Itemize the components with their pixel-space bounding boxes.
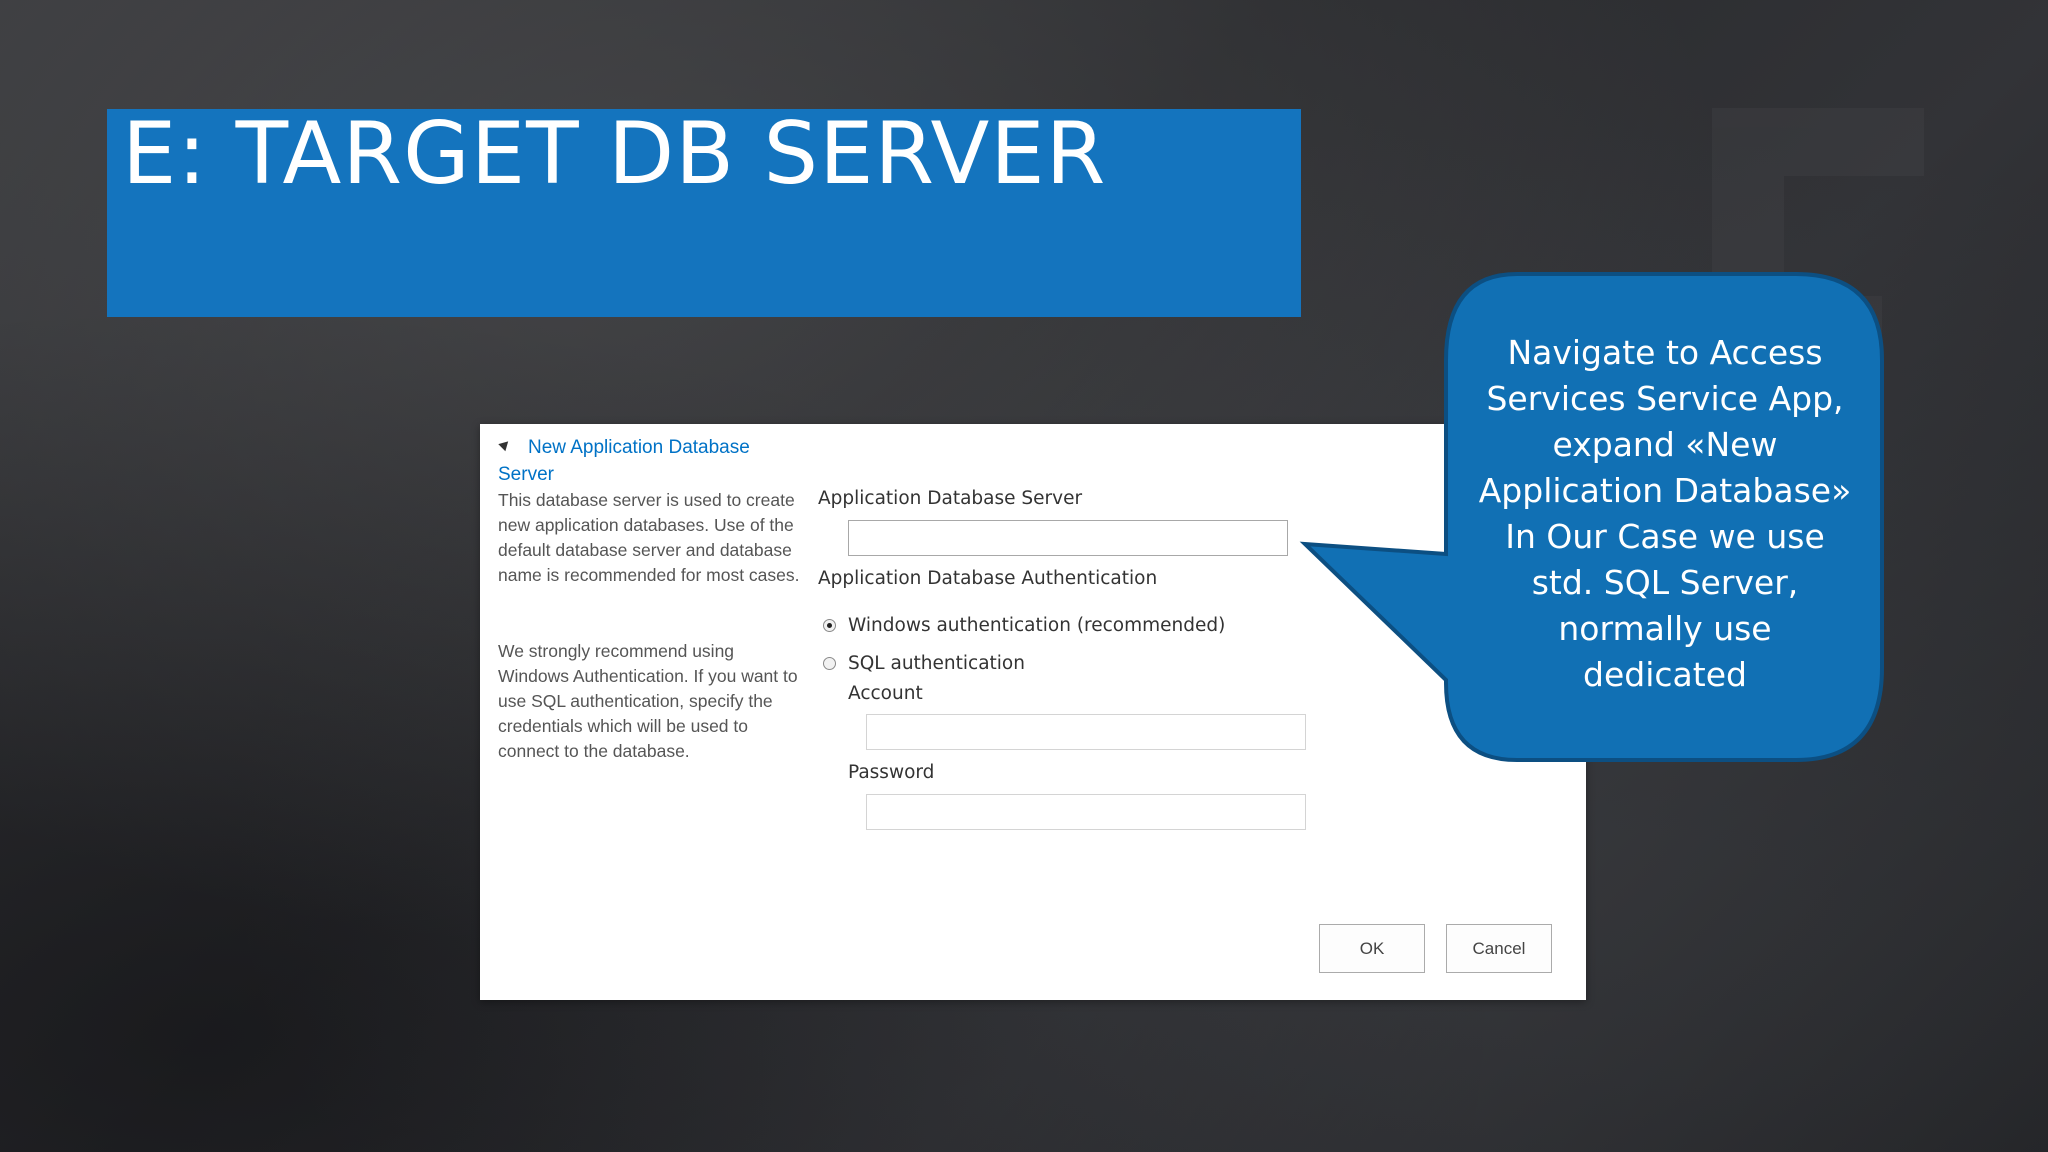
password-input[interactable] [866, 794, 1306, 830]
windows-auth-label[interactable]: Windows authentication (recommended) [848, 615, 1225, 636]
callout-line: Services Service App, [1486, 379, 1844, 418]
server-label: Application Database Server [818, 488, 1083, 509]
ok-button[interactable]: OK [1319, 924, 1425, 973]
sql-auth-label[interactable]: SQL authentication [848, 653, 1025, 674]
account-input[interactable] [866, 714, 1306, 750]
authentication-label: Application Database Authentication [818, 568, 1158, 589]
callout-line: Application Database» [1478, 471, 1852, 510]
password-label: Password [848, 762, 935, 783]
callout-line: normally use [1558, 609, 1772, 648]
callout-line: std. SQL Server, [1531, 563, 1799, 602]
slide: E: TARGET DB SERVER New Application Data… [0, 0, 2048, 1152]
cancel-button[interactable]: Cancel [1446, 924, 1552, 973]
authentication-description: We strongly recommend using Windows Auth… [498, 641, 798, 761]
callout-line: dedicated [1583, 655, 1747, 694]
section-title-link[interactable]: New Application Database Server [498, 434, 788, 488]
server-input[interactable] [848, 520, 1288, 556]
callout-line: Navigate to Access [1507, 333, 1823, 372]
sql-auth-radio[interactable] [823, 657, 836, 670]
slide-title: E: TARGET DB SERVER [122, 104, 1107, 204]
windows-auth-radio[interactable] [823, 619, 836, 632]
callout-line: In Our Case we use [1505, 517, 1825, 556]
callout-text: Navigate to Access Services Service App,… [1452, 330, 1878, 698]
section-description: This database server is used to create n… [498, 490, 800, 585]
callout-line: expand «New [1552, 425, 1778, 464]
account-label: Account [848, 683, 923, 704]
